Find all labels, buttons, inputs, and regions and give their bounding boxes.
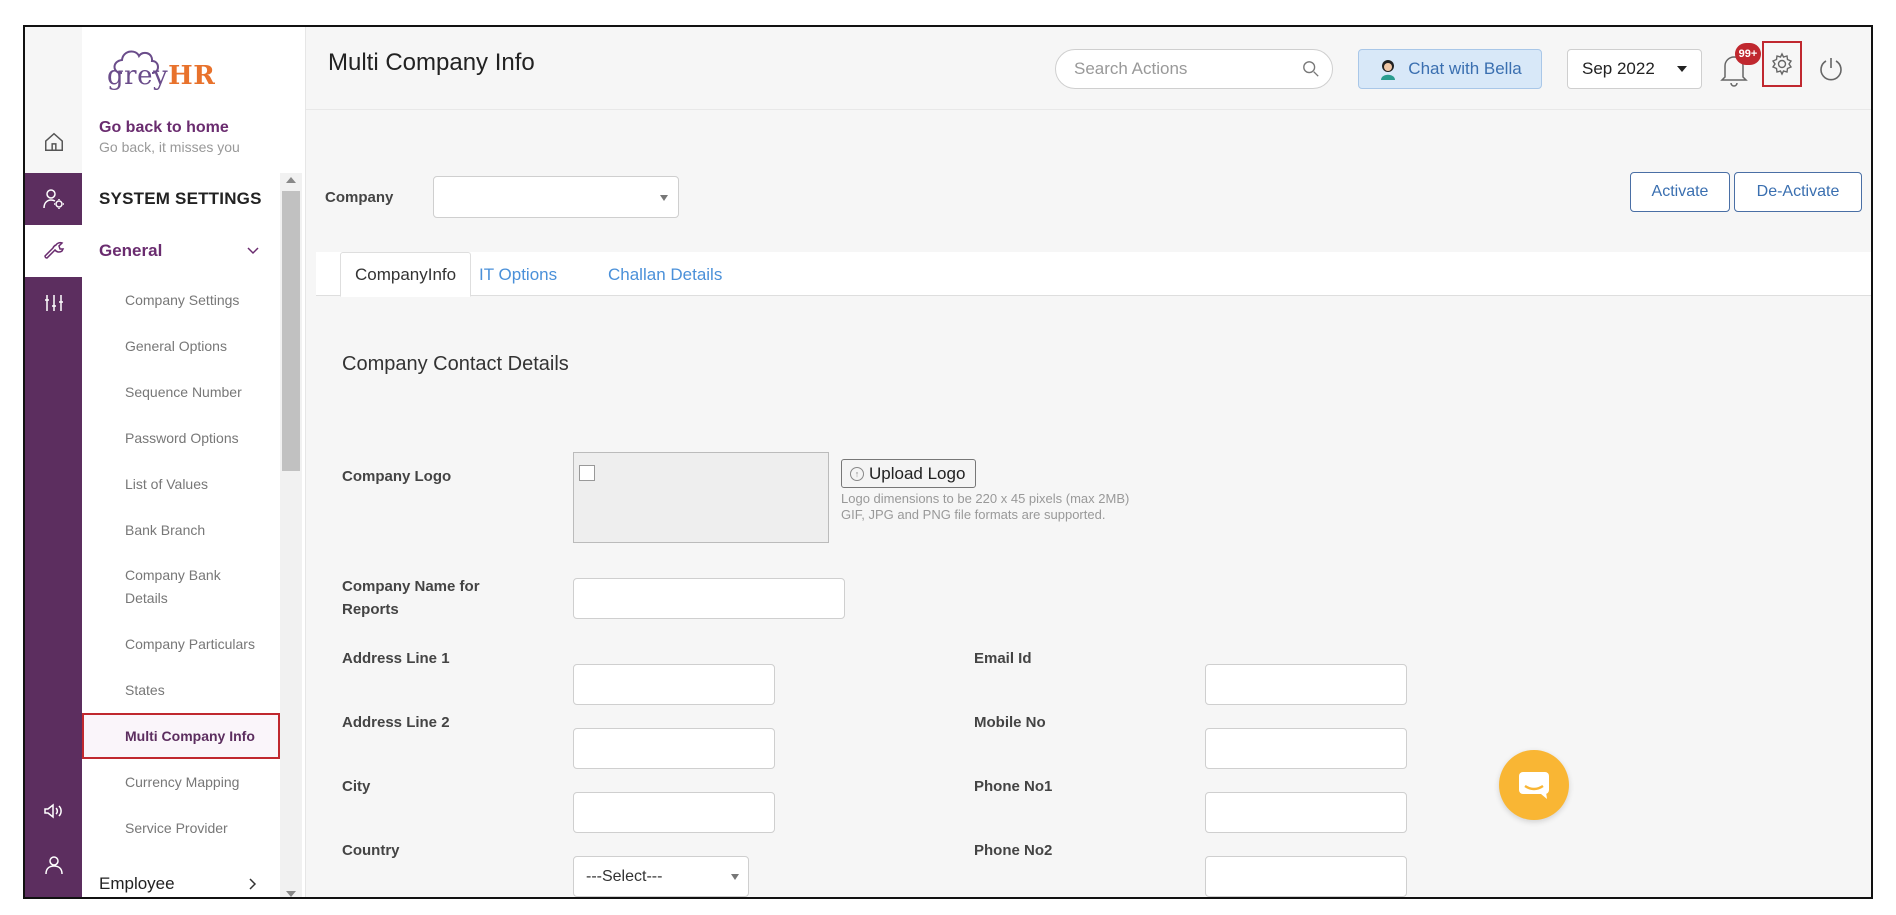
search-box[interactable] — [1055, 49, 1333, 89]
caret-down-icon — [1677, 66, 1687, 72]
power-icon — [1820, 58, 1842, 81]
scroll-down-icon[interactable] — [286, 891, 296, 897]
logo-hint-formats: GIF, JPG and PNG file formats are suppor… — [841, 507, 1106, 522]
deactivate-button[interactable]: De-Activate — [1734, 172, 1862, 212]
country-select-value: ---Select--- — [586, 867, 663, 885]
sidebar-scrollbar[interactable] — [280, 173, 302, 897]
phone1-label: Phone No1 — [974, 778, 1053, 795]
sidebar-item-password-options[interactable]: Password Options — [82, 415, 280, 461]
tabs-bar: CompanyInfo IT Options Challan Details — [316, 252, 1871, 297]
tab-companyinfo[interactable]: CompanyInfo — [340, 252, 472, 297]
caret-down-icon — [660, 195, 668, 201]
phone1-field[interactable] — [1205, 792, 1407, 833]
upload-logo-button[interactable]: ↑ Upload Logo — [841, 459, 977, 488]
sidebar-item-sequence-number[interactable]: Sequence Number — [82, 369, 280, 415]
city-label: City — [342, 778, 371, 795]
sidebar-group-employee-label: Employee — [99, 874, 175, 893]
logo-preview — [573, 452, 829, 543]
app-window: greyHR Go back to home Go back, it misse… — [23, 25, 1873, 899]
scroll-thumb[interactable] — [282, 191, 300, 471]
logout-button[interactable] — [1811, 49, 1851, 89]
wrench-icon[interactable] — [25, 225, 82, 277]
address-line-1-label: Address Line 1 — [342, 650, 450, 667]
email-field[interactable] — [1205, 664, 1407, 705]
user-settings-icon[interactable] — [25, 173, 82, 225]
main-content: Company Activate De-Activate CompanyInfo… — [306, 110, 1871, 899]
city-field[interactable] — [573, 792, 775, 833]
caret-down-icon — [731, 874, 739, 880]
page-title: Multi Company Info — [328, 49, 535, 76]
section-title: Company Contact Details — [342, 353, 569, 375]
go-back-home-link[interactable]: Go back to home Go back, it misses you — [99, 119, 240, 155]
sidebar-item-multi-company-info[interactable]: Multi Company Info — [82, 713, 280, 759]
chat-bubble-icon — [1519, 772, 1549, 799]
company-label: Company — [325, 189, 394, 206]
top-header: Multi Company Info Chat with Bella Sep 2… — [306, 27, 1871, 110]
icon-rail — [25, 27, 82, 897]
mobile-field[interactable] — [1205, 728, 1407, 769]
notification-badge: 99+ — [1735, 43, 1761, 65]
brand-logo-grey: grey — [107, 61, 169, 91]
sidebar-group-employee[interactable]: Employee — [82, 867, 280, 897]
address-line-2-label: Address Line 2 — [342, 714, 450, 731]
sidebar: greyHR Go back to home Go back, it misse… — [82, 27, 306, 897]
company-select[interactable] — [433, 176, 679, 218]
sidebar-item-list-of-values[interactable]: List of Values — [82, 461, 280, 507]
broken-image-icon — [579, 465, 595, 481]
brand-logo[interactable]: greyHR — [107, 61, 215, 91]
chat-launcher-button[interactable] — [1499, 750, 1569, 820]
phone2-label: Phone No2 — [974, 842, 1053, 859]
sidebar-group-general[interactable]: General — [82, 225, 280, 277]
address-line-1-field[interactable] — [573, 664, 775, 705]
settings-button[interactable] — [1762, 41, 1802, 87]
sidebar-item-bank-branch[interactable]: Bank Branch — [82, 507, 280, 553]
activate-button[interactable]: Activate — [1630, 172, 1730, 212]
go-home-title: Go back to home — [99, 119, 229, 136]
sidebar-item-service-provider[interactable]: Service Provider — [82, 805, 280, 851]
scroll-up-icon[interactable] — [286, 177, 296, 183]
brand-logo-hr: HR — [168, 61, 216, 91]
country-label: Country — [342, 842, 400, 859]
sidebar-item-company-bank-details[interactable]: Company Bank Details — [82, 553, 280, 621]
chevron-right-icon — [249, 878, 257, 890]
go-home-subtitle: Go back, it misses you — [99, 139, 240, 155]
next-field-peek — [573, 897, 749, 899]
sidebar-item-general-options[interactable]: General Options — [82, 323, 280, 369]
mobile-label: Mobile No — [974, 714, 1046, 731]
search-icon[interactable] — [1302, 60, 1320, 78]
company-name-field[interactable] — [573, 578, 845, 619]
sidebar-item-states[interactable]: States — [82, 667, 280, 713]
search-input[interactable] — [1074, 59, 1294, 79]
sidebar-item-currency-mapping[interactable]: Currency Mapping — [82, 759, 280, 805]
sidebar-menu: Company Settings General Options Sequenc… — [82, 277, 280, 851]
next-field-peek — [1205, 897, 1407, 899]
home-icon[interactable] — [25, 110, 82, 173]
chat-with-bella-button[interactable]: Chat with Bella — [1358, 49, 1542, 89]
sidebar-item-company-settings[interactable]: Company Settings — [82, 277, 280, 323]
country-select[interactable]: ---Select--- — [573, 856, 749, 897]
chat-with-bella-label: Chat with Bella — [1408, 59, 1522, 78]
sliders-icon[interactable] — [25, 277, 82, 329]
gear-icon — [1771, 52, 1793, 76]
phone2-field[interactable] — [1205, 856, 1407, 897]
tab-it-options[interactable]: IT Options — [479, 252, 557, 297]
sidebar-group-general-label: General — [99, 241, 163, 260]
month-select[interactable]: Sep 2022 — [1567, 49, 1702, 89]
address-line-2-field[interactable] — [573, 728, 775, 769]
system-settings-heading: SYSTEM SETTINGS — [99, 189, 262, 208]
tab-challan-details[interactable]: Challan Details — [608, 252, 722, 297]
upload-logo-label: Upload Logo — [869, 463, 966, 483]
month-value: Sep 2022 — [1582, 59, 1655, 78]
company-logo-label: Company Logo — [342, 468, 452, 485]
email-label: Email Id — [974, 650, 1032, 667]
logo-hint-dimensions: Logo dimensions to be 220 x 45 pixels (m… — [841, 491, 1130, 506]
user-icon[interactable] — [25, 839, 82, 891]
company-name-label: Company Name for Reports — [342, 578, 480, 618]
sidebar-item-company-particulars[interactable]: Company Particulars — [82, 621, 280, 667]
upload-icon: ↑ — [850, 466, 864, 481]
megaphone-icon[interactable] — [25, 785, 82, 837]
bella-avatar-icon — [1381, 60, 1396, 80]
chevron-down-icon — [247, 247, 259, 255]
